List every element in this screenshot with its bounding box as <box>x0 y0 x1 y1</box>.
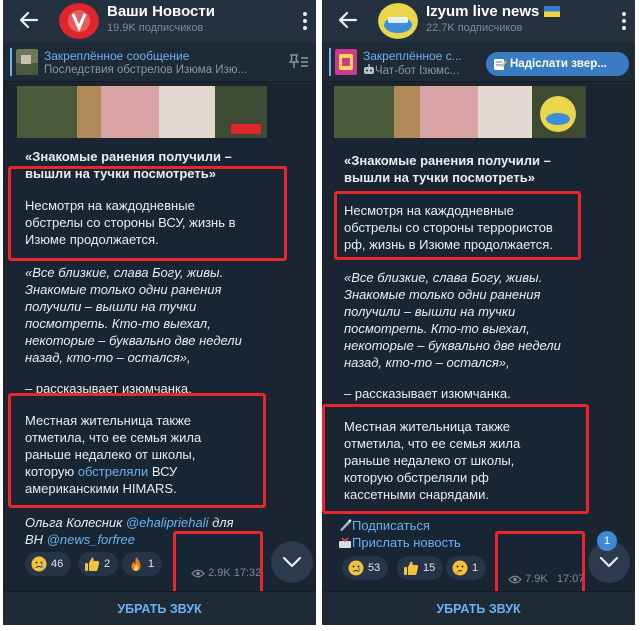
channel-avatar[interactable] <box>59 3 99 39</box>
pinned-title: Закреплённое сообщение <box>44 49 190 63</box>
quote-line: посмотреть. Кто-то выехал, <box>344 321 530 336</box>
pinned-preview-text: Чат-бот Ізюмс... <box>375 65 460 77</box>
pinned-preview: Последствия обстрелов Изюма Изю... <box>44 64 248 76</box>
quote-line: «Все близкие, слава Богу, живы. <box>344 270 543 285</box>
author-line: ВН @news_forfree <box>25 531 135 548</box>
post-headline-line: «Знакомые ранения получили – <box>25 149 232 164</box>
crying-face-emoji-icon <box>31 556 47 572</box>
send-news-line[interactable]: Прислать новость <box>338 534 461 551</box>
quote-line: получили – вышли на тучки <box>344 304 516 319</box>
author-line: Ольга Колесник @ehalipriehali для <box>25 514 234 531</box>
author-name: Ольга Колесник <box>25 515 126 530</box>
pinned-thumbnail <box>335 49 357 75</box>
reaction-count: 1 <box>472 562 479 574</box>
left-channel-screen: Ваши Новости 19.9K подписчиков Закреплён… <box>3 0 316 625</box>
chevron-down-icon <box>282 556 302 568</box>
inline-bot-button-label: Надіслати звер... <box>510 58 607 70</box>
crying-face-emoji-icon <box>348 560 364 576</box>
channel-title[interactable]: Ваши Новости <box>107 3 215 20</box>
source-handle-link[interactable]: @news_forfree <box>47 532 135 547</box>
quote-line: некоторые – буквально две недели <box>344 338 561 353</box>
reaction-chip[interactable]: 2 <box>78 552 119 576</box>
inbox-tray-icon <box>339 537 351 548</box>
quote-line: Знакомые только одни ранения <box>25 282 222 297</box>
reaction-count: 15 <box>423 562 436 574</box>
highlight-box <box>8 393 266 508</box>
post-headline-line: вышли на тучки посмотреть» <box>344 170 535 185</box>
more-options-icon[interactable] <box>621 10 627 32</box>
thinking-face-emoji-icon <box>452 560 468 576</box>
ukraine-flag-icon <box>543 6 560 17</box>
channel-title[interactable]: Izyum live news <box>426 3 560 20</box>
chat-header: Ваши Новости 19.9K подписчиков <box>3 0 316 42</box>
post-headline-line: «Знакомые ранения получили – <box>344 153 551 168</box>
back-arrow-icon[interactable] <box>336 8 360 32</box>
reaction-chip[interactable]: 53 <box>342 556 389 580</box>
thumbs-up-emoji-icon <box>404 561 419 575</box>
text-fragment: для <box>208 515 234 530</box>
post-photo[interactable] <box>17 86 267 138</box>
subscribe-link[interactable]: Подписаться <box>352 518 430 533</box>
reaction-count: 1 <box>148 558 155 570</box>
quote-line: назад, кто-то – остался», <box>344 355 510 370</box>
right-channel-screen: Izyum live news 22.7K подписчиков Закреп… <box>322 0 635 625</box>
more-options-icon[interactable] <box>302 10 308 32</box>
subscriber-count: 19.9K подписчиков <box>107 22 204 34</box>
subscribe-line[interactable]: Подписаться <box>338 517 430 534</box>
mute-button[interactable]: УБРАТЬ ЗВУК <box>3 591 316 625</box>
highlight-box <box>322 404 589 514</box>
reaction-count: 53 <box>368 562 381 574</box>
highlight-box <box>8 166 287 261</box>
quote-line: Знакомые только одни ранения <box>344 287 541 302</box>
highlight-box <box>334 191 581 260</box>
pinned-message-bar[interactable]: Закреплённое сообщение Последствия обстр… <box>3 42 316 82</box>
mute-button[interactable]: УБРАТЬ ЗВУК <box>322 591 635 625</box>
attribution-line: – рассказывает изюмчанка. <box>344 386 511 401</box>
reaction-chip[interactable]: 1 <box>122 552 163 576</box>
pinned-thumbnail <box>16 49 38 75</box>
chat-header: Izyum live news 22.7K подписчиков <box>322 0 635 42</box>
channel-avatar[interactable] <box>378 3 418 39</box>
post-photo[interactable] <box>334 86 586 138</box>
quote-line: посмотреть. Кто-то выехал, <box>25 316 211 331</box>
send-news-link[interactable]: Прислать новость <box>352 535 461 550</box>
pinned-preview: Чат-бот Ізюмс... <box>363 64 483 77</box>
quote-line: назад, кто-то – остался», <box>25 350 191 365</box>
author-handle-link[interactable]: @ehalipriehali <box>126 515 209 530</box>
pin-list-icon[interactable] <box>288 53 310 71</box>
channel-title-text: Izyum live news <box>426 3 540 20</box>
reaction-count: 2 <box>104 558 111 570</box>
pen-icon <box>340 519 352 531</box>
quote-line: «Все близкие, слава Богу, живы. <box>25 265 224 280</box>
reaction-count: 46 <box>51 558 64 570</box>
quote-line: получили – вышли на тучки <box>25 299 197 314</box>
pinned-title: Закреплённое с... <box>363 49 462 63</box>
edit-note-icon <box>494 59 507 70</box>
source-name: ВН <box>25 532 47 547</box>
thumbs-up-emoji-icon <box>85 557 100 571</box>
pinned-indicator <box>10 48 12 76</box>
scroll-down-button[interactable] <box>271 541 313 583</box>
subscriber-count: 22.7K подписчиков <box>426 22 523 34</box>
reaction-chip[interactable]: 15 <box>397 556 444 580</box>
robot-icon <box>364 64 374 74</box>
inline-bot-button[interactable]: Надіслати звер... <box>486 52 629 76</box>
quote-line: некоторые – буквально две недели <box>25 333 242 348</box>
fire-emoji-icon <box>131 557 141 571</box>
back-arrow-icon[interactable] <box>17 8 41 32</box>
reaction-chip[interactable]: 1 <box>446 556 487 580</box>
unread-badge: 1 <box>597 531 617 551</box>
reaction-chip[interactable]: 46 <box>25 552 72 576</box>
pinned-indicator <box>329 48 331 76</box>
